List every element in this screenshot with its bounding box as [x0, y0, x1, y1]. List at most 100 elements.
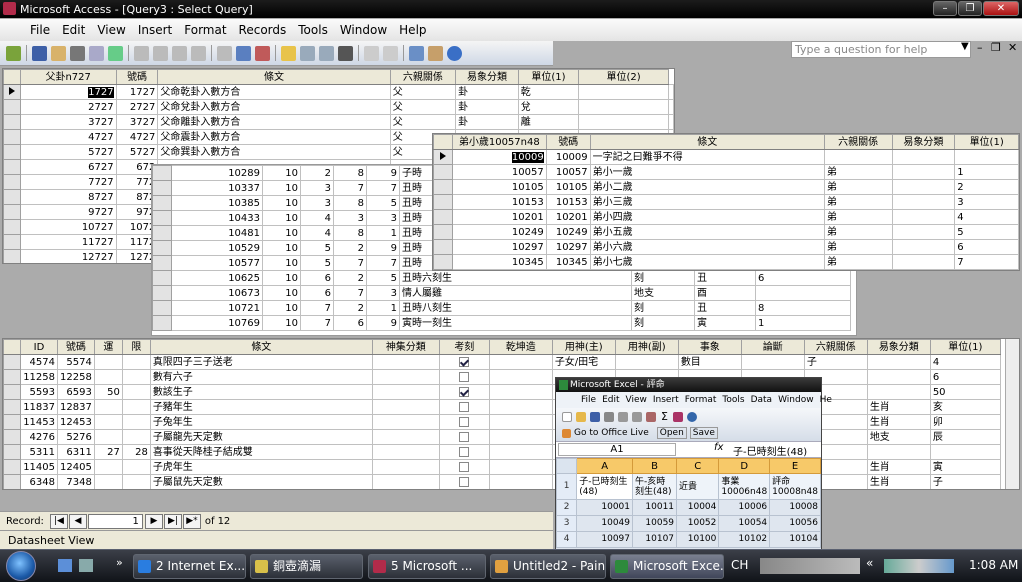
table-cell[interactable]: 10 — [262, 180, 301, 196]
undo-icon[interactable] — [191, 45, 206, 61]
table-cell[interactable]: 2 — [333, 270, 367, 286]
table-cell[interactable]: 10105 — [545, 179, 591, 195]
table-cell[interactable]: 刻 — [631, 300, 695, 316]
table-cell[interactable]: 8727 — [19, 189, 117, 205]
col-header[interactable]: 單位(1) — [517, 69, 580, 85]
table-cell[interactable]: 11258 — [20, 369, 58, 385]
record-selector[interactable] — [3, 369, 21, 385]
table-cell[interactable]: 10201 — [545, 209, 591, 225]
table-cell[interactable]: 寅時一刻生 — [399, 315, 632, 331]
excel-cell[interactable]: 近貴 — [676, 473, 720, 500]
formula-input[interactable]: 子-巳時刻生(48) — [733, 443, 807, 458]
copy-icon[interactable] — [153, 45, 168, 61]
table-cell[interactable] — [823, 149, 893, 165]
table-cell[interactable]: 10385 — [171, 195, 263, 211]
excel-col-header[interactable]: E — [769, 458, 821, 474]
col-header[interactable]: 條文 — [589, 134, 825, 150]
table-cell[interactable]: 10 — [262, 255, 301, 271]
table-cell[interactable] — [891, 179, 956, 195]
table-cell[interactable]: 8 — [333, 165, 367, 181]
excel-save-button[interactable]: Save — [689, 427, 718, 439]
table-cell[interactable] — [371, 399, 440, 415]
table-cell[interactable]: 7 — [300, 315, 334, 331]
table-cell[interactable]: 10153 — [451, 194, 547, 210]
table-cell[interactable]: 卦 — [455, 99, 519, 115]
excel-cell[interactable]: 事業10006n48 — [718, 473, 771, 500]
table-cell[interactable] — [371, 369, 440, 385]
first-record-button[interactable]: |◀ — [49, 513, 68, 529]
print-preview-icon[interactable] — [89, 45, 104, 61]
table-cell[interactable]: 一字記之曰難爭不得 — [589, 149, 825, 165]
excel-menu-edit[interactable]: Edit — [599, 392, 622, 408]
table-row[interactable]: 10249 10249 弟小五歲弟 5 — [433, 224, 1019, 240]
excel-cell[interactable]: 10001 — [576, 499, 634, 516]
table-cell[interactable]: 11405 — [20, 459, 58, 475]
col-header[interactable]: 用神(副) — [614, 339, 679, 355]
table-cell[interactable]: 地支 — [631, 285, 695, 301]
table-cell[interactable]: 子豬年生 — [149, 399, 373, 415]
table-cell[interactable] — [891, 224, 956, 240]
table-cell[interactable]: 7 — [333, 180, 367, 196]
table-cell[interactable]: 5 — [366, 270, 400, 286]
excel-cell[interactable]: 10107 — [632, 531, 678, 548]
table-cell[interactable]: 卯 — [929, 414, 1001, 430]
table-cell[interactable]: 5593 — [20, 384, 58, 400]
table-cell[interactable]: 子兔年生 — [149, 414, 373, 430]
table-cell[interactable] — [891, 239, 956, 255]
table-cell[interactable]: 5276 — [57, 429, 95, 445]
table-cell[interactable] — [891, 254, 956, 270]
record-selector[interactable] — [3, 429, 21, 445]
table-cell[interactable]: 1 — [954, 164, 1019, 180]
record-selector[interactable] — [152, 195, 172, 211]
table-cell[interactable]: 10345 — [545, 254, 591, 270]
table-cell[interactable]: 10 — [262, 165, 301, 181]
table-cell[interactable]: 丑時八刻生 — [399, 300, 632, 316]
table-cell[interactable]: 10673 — [171, 285, 263, 301]
table-cell[interactable]: 地支 — [866, 429, 931, 445]
table-cell[interactable]: 子 — [929, 474, 1001, 489]
row-header[interactable]: 4 — [555, 531, 578, 548]
excel-cut-icon[interactable] — [618, 411, 628, 422]
table-cell[interactable] — [371, 414, 440, 430]
table-cell[interactable]: 12837 — [57, 399, 95, 415]
table-cell[interactable]: 6 — [300, 270, 334, 286]
table-cell[interactable]: 2 — [333, 300, 367, 316]
table-cell[interactable] — [488, 459, 553, 475]
start-button[interactable] — [6, 551, 36, 581]
table-cell[interactable]: 弟小六歲 — [589, 239, 825, 255]
table-cell[interactable]: 5727 — [115, 144, 159, 160]
col-header[interactable]: 易象分類 — [455, 69, 519, 85]
show-desktop-icon[interactable] — [58, 559, 72, 572]
record-selector[interactable] — [3, 84, 21, 100]
record-selector[interactable] — [152, 270, 172, 286]
table-cell[interactable]: 8 — [755, 300, 851, 316]
excel-cell[interactable]: 10008 — [769, 499, 821, 516]
table-cell[interactable] — [488, 354, 553, 370]
checkbox-cell[interactable] — [438, 399, 490, 415]
table-cell[interactable]: 6 — [929, 369, 1001, 385]
table-cell[interactable]: 10625 — [171, 270, 263, 286]
table-cell[interactable]: 7 — [954, 254, 1019, 270]
new-object-icon[interactable] — [428, 45, 443, 61]
table-cell[interactable]: 7727 — [19, 174, 117, 190]
excel-cell[interactable]: 10102 — [718, 531, 771, 548]
table-cell[interactable]: 10721 — [171, 300, 263, 316]
table-cell[interactable]: 3 — [333, 210, 367, 226]
table-row[interactable]: 10057 10057 弟小一歲弟 1 — [433, 164, 1019, 180]
table-cell[interactable]: 8 — [333, 195, 367, 211]
table-cell[interactable] — [93, 399, 123, 415]
col-header[interactable]: 神集分類 — [371, 339, 440, 355]
table-cell[interactable] — [121, 474, 151, 489]
filter-by-selection-icon[interactable] — [281, 45, 296, 61]
doc-close-button[interactable]: ✕ — [1008, 41, 1017, 54]
table-cell[interactable]: 4 — [300, 210, 334, 226]
record-selector[interactable] — [3, 144, 21, 160]
table-cell[interactable]: 丑 — [694, 300, 756, 316]
table-cell[interactable]: 12258 — [57, 369, 95, 385]
excel-menu-view[interactable]: View — [623, 392, 650, 408]
table-cell[interactable]: 10 — [262, 285, 301, 301]
table-cell[interactable]: 10057 — [451, 164, 547, 180]
table-cell[interactable]: 6 — [954, 239, 1019, 255]
table-cell[interactable]: 10289 — [171, 165, 263, 181]
table-cell[interactable] — [578, 84, 669, 100]
